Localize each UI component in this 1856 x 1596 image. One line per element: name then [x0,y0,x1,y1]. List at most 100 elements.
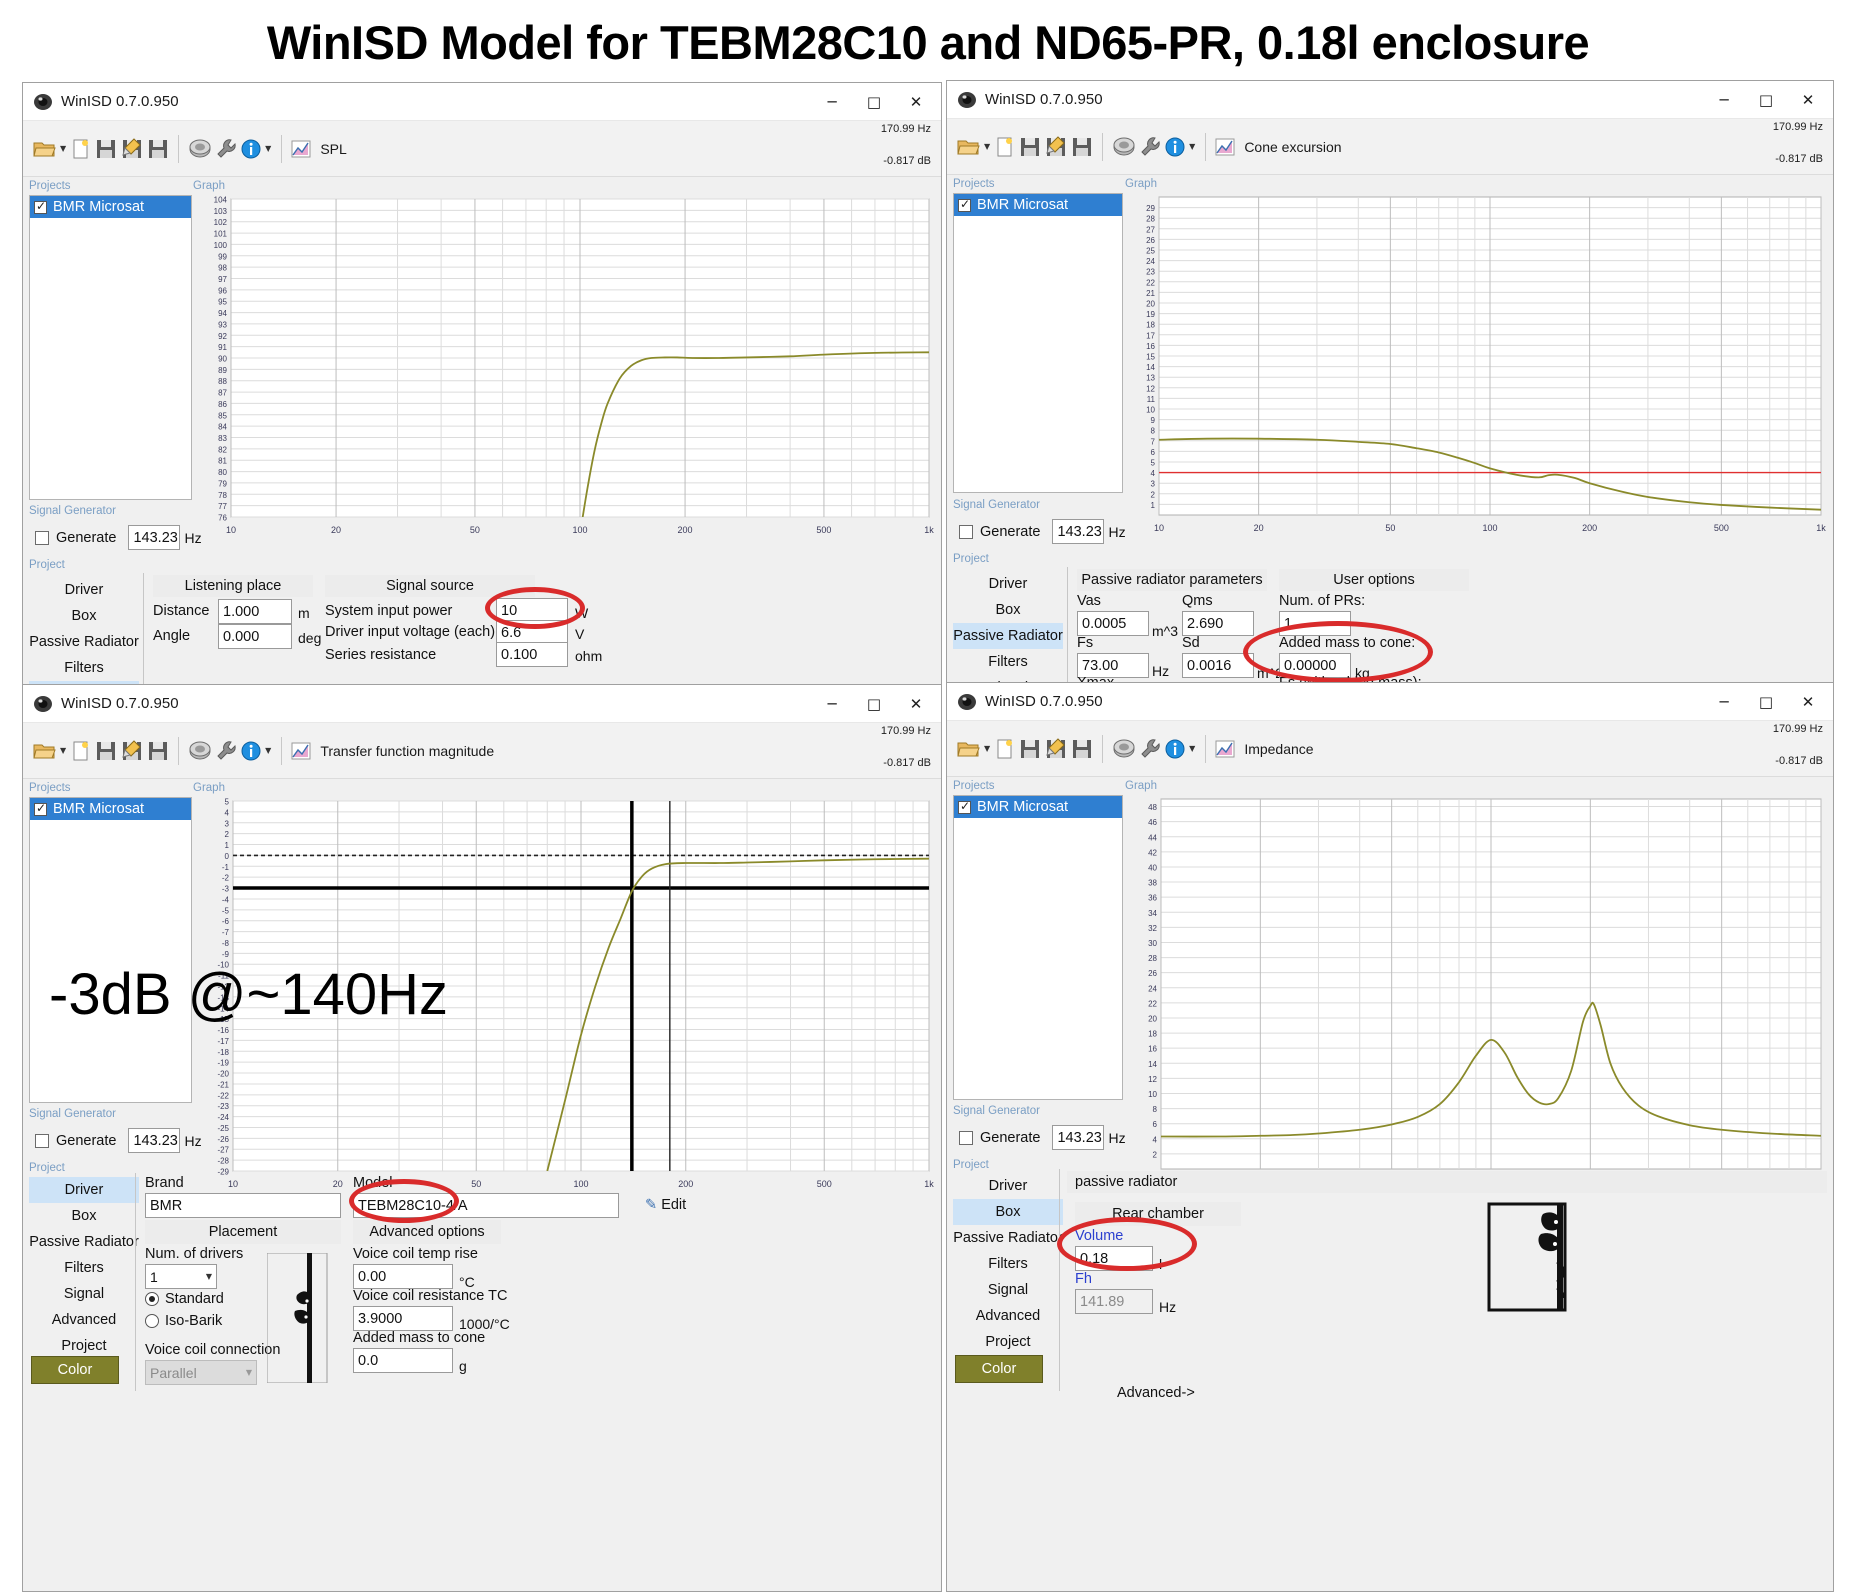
close-button[interactable]: ✕ [1787,83,1829,117]
driver-database-icon[interactable] [187,739,213,763]
tab-advanced-imp[interactable]: Advanced [953,1303,1063,1329]
advanced-link[interactable]: Advanced-> [1117,1385,1195,1401]
save-icon[interactable] [94,739,118,763]
tab-driver-tfm[interactable]: Driver [29,1177,139,1203]
open-folder-icon[interactable] [956,135,982,159]
wrench-icon[interactable] [215,739,237,763]
project-checkbox[interactable] [34,199,47,214]
tab-filters-imp[interactable]: Filters [953,1251,1063,1277]
generate-frequency-input-cone[interactable]: 143.23 [1052,519,1105,544]
projects-list-cone[interactable]: BMR Microsat [953,193,1123,493]
maximize-button[interactable]: □ [853,85,895,119]
graph-icon[interactable] [290,138,312,160]
wrench-icon[interactable] [215,137,237,161]
wrench-icon[interactable] [1139,737,1161,761]
toolbar-impedance[interactable]: ▼ ▼ Impedance 170.99 Hz -0.817 dB [947,721,1833,777]
model-input[interactable]: TEBM28C10-4/A [353,1193,619,1218]
open-dropdown-caret-icon[interactable]: ▼ [60,144,66,153]
standard-radio[interactable]: Standard [145,1291,224,1307]
titlebar-spl[interactable]: WinISD 0.7.0.950 ─ □ ✕ [23,83,941,121]
distance-input[interactable]: 1.000 [218,599,292,624]
minimize-button[interactable]: ─ [811,687,853,721]
save-edit-icon[interactable] [1044,737,1068,761]
toolbar-cone-excursion[interactable]: ▼ ▼ Cone excursion 170.99 Hz -0.817 dB [947,119,1833,175]
maximize-button[interactable]: □ [1745,83,1787,117]
toolbar-transfer-function[interactable]: ▼ ▼ Transfer function magnitude 170.99 H… [23,723,941,779]
maximize-button[interactable]: □ [853,687,895,721]
close-button[interactable]: ✕ [895,687,937,721]
num-of-drivers-select[interactable]: 1 ▼ [145,1264,217,1289]
open-folder-icon[interactable] [956,737,982,761]
signal-generator-tfm[interactable]: Generate 143.23 Hz [35,1128,202,1153]
window-cone-excursion[interactable]: WinISD 0.7.0.950 ─ □ ✕ ▼ ▼ Cone excursio… [946,80,1834,688]
tab-advanced-tfm[interactable]: Advanced [29,1307,139,1333]
projects-list-spl[interactable]: BMR Microsat [29,195,192,500]
new-document-icon[interactable] [70,137,92,161]
tab-driver-imp[interactable]: Driver [953,1173,1063,1199]
project-item-bmr-microsat[interactable]: BMR Microsat [954,194,1122,216]
tab-filters-cone[interactable]: Filters [953,649,1063,675]
generate-checkbox-imp[interactable] [959,1130,973,1145]
titlebar-cone-excursion[interactable]: WinISD 0.7.0.950 ─ □ ✕ [947,81,1833,119]
open-dropdown-caret-icon[interactable]: ▼ [984,744,990,753]
titlebar-impedance[interactable]: WinISD 0.7.0.950 ─ □ ✕ [947,683,1833,721]
save-as-icon[interactable] [1070,135,1094,159]
tab-passive-radiator-tfm[interactable]: Passive Radiator [29,1229,139,1255]
titlebar-transfer-function[interactable]: WinISD 0.7.0.950 ─ □ ✕ [23,685,941,723]
num-of-prs-input[interactable]: 1 [1279,611,1351,636]
tab-list-spl[interactable]: Driver Box Passive Radiator Filters Sign… [29,577,139,685]
minimize-button[interactable]: ─ [811,85,853,119]
vas-input[interactable]: 0.0005 [1077,611,1149,636]
tab-list-cone[interactable]: Driver Box Passive Radiator Filters Sign… [953,571,1063,687]
tab-signal-tfm[interactable]: Signal [29,1281,139,1307]
save-edit-icon[interactable] [120,739,144,763]
angle-input[interactable]: 0.000 [218,624,292,649]
rear-chamber-button[interactable]: Rear chamber [1075,1202,1241,1226]
project-checkbox[interactable] [958,197,971,212]
projects-list-imp[interactable]: BMR Microsat [953,795,1123,1100]
tab-driver-cone[interactable]: Driver [953,571,1063,597]
tab-list-tfm[interactable]: Driver Box Passive Radiator Filters Sign… [29,1177,139,1359]
iso-barik-radio[interactable]: Iso-Barik [145,1313,222,1329]
window-spl[interactable]: WinISD 0.7.0.950 ─ □ ✕ ▼ ▼ SPL 170.99 Hz… [22,82,942,686]
save-icon[interactable] [1018,135,1042,159]
close-button[interactable]: ✕ [1787,685,1829,719]
tab-passive-radiator-imp[interactable]: Passive Radiator [953,1225,1063,1251]
new-document-icon[interactable] [994,135,1016,159]
tab-filters-tfm[interactable]: Filters [29,1255,139,1281]
toolbar-spl[interactable]: ▼ ▼ SPL 170.99 Hz -0.817 dB [23,121,941,177]
minimize-button[interactable]: ─ [1703,83,1745,117]
open-folder-icon[interactable] [32,739,58,763]
save-as-icon[interactable] [146,739,170,763]
tab-box-tfm[interactable]: Box [29,1203,139,1229]
minimize-button[interactable]: ─ [1703,685,1745,719]
info-dropdown-caret-icon[interactable]: ▼ [265,144,271,153]
info-icon[interactable] [1163,135,1187,159]
project-item-bmr-microsat[interactable]: BMR Microsat [954,796,1122,818]
signal-generator-cone[interactable]: Generate 143.23 Hz [959,519,1126,544]
tab-list-imp[interactable]: Driver Box Passive Radiator Filters Sign… [953,1173,1063,1355]
save-as-icon[interactable] [1070,737,1094,761]
maximize-button[interactable]: □ [1745,685,1787,719]
generate-frequency-input-tfm[interactable]: 143.23 [128,1128,181,1153]
info-icon[interactable] [1163,737,1187,761]
info-icon[interactable] [239,137,263,161]
vc-resistance-tc-input[interactable]: 3.9000 [353,1306,453,1331]
sd-input[interactable]: 0.0016 [1182,653,1254,678]
save-edit-icon[interactable] [120,137,144,161]
new-document-icon[interactable] [70,739,92,763]
save-edit-icon[interactable] [1044,135,1068,159]
color-button-tfm[interactable]: Color [31,1356,119,1384]
project-checkbox[interactable] [958,799,971,814]
window-impedance[interactable]: WinISD 0.7.0.950 ─ □ ✕ ▼ ▼ Impedance 170… [946,682,1834,1592]
tab-passive-radiator-cone[interactable]: Passive Radiator [953,623,1063,649]
info-icon[interactable] [239,739,263,763]
graph-icon[interactable] [1214,136,1236,158]
window-transfer-function[interactable]: WinISD 0.7.0.950 ─ □ ✕ ▼ ▼ Transfer func… [22,684,942,1592]
graph-icon[interactable] [290,740,312,762]
new-document-icon[interactable] [994,737,1016,761]
tab-box-imp[interactable]: Box [953,1199,1063,1225]
project-checkbox[interactable] [34,801,47,816]
edit-button[interactable]: ✎ Edit [645,1197,686,1213]
brand-input[interactable]: BMR [145,1193,341,1218]
